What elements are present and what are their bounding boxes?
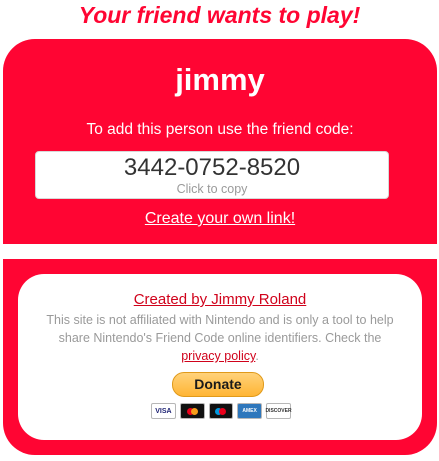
visa-card-icon: VISA [151,403,176,419]
disclaimer-text: This site is not affiliated with Nintend… [40,311,400,365]
friend-card: jimmy To add this person use the friend … [3,39,437,244]
footer-content: Created by Jimmy Roland This site is not… [18,274,422,440]
mastercard-icon [179,403,205,419]
friend-name: jimmy [175,62,265,97]
friend-code-instruction: To add this person use the friend code: [86,121,354,138]
payment-cards: VISA AMEX DISCOVER [151,403,292,419]
maestro-card-icon [208,403,234,419]
disclaimer-before: This site is not affiliated with Nintend… [46,313,394,345]
discover-card-icon: DISCOVER [265,403,292,419]
amex-card-icon: AMEX [237,403,262,419]
friend-code-copy-box[interactable]: 3442-0752-8520 Click to copy [35,151,389,199]
privacy-policy-link[interactable]: privacy policy [181,349,255,363]
disclaimer-after: . [255,349,259,363]
footer-card: Created by Jimmy Roland This site is not… [3,259,437,455]
creator-credit-link[interactable]: Created by Jimmy Roland [18,291,422,308]
donate-button[interactable]: Donate [172,372,264,397]
page-headline: Your friend wants to play! [78,2,361,28]
friend-code-value[interactable]: 3442-0752-8520 [36,154,388,182]
copy-hint: Click to copy [176,182,248,196]
create-own-link[interactable]: Create your own link! [3,210,437,228]
